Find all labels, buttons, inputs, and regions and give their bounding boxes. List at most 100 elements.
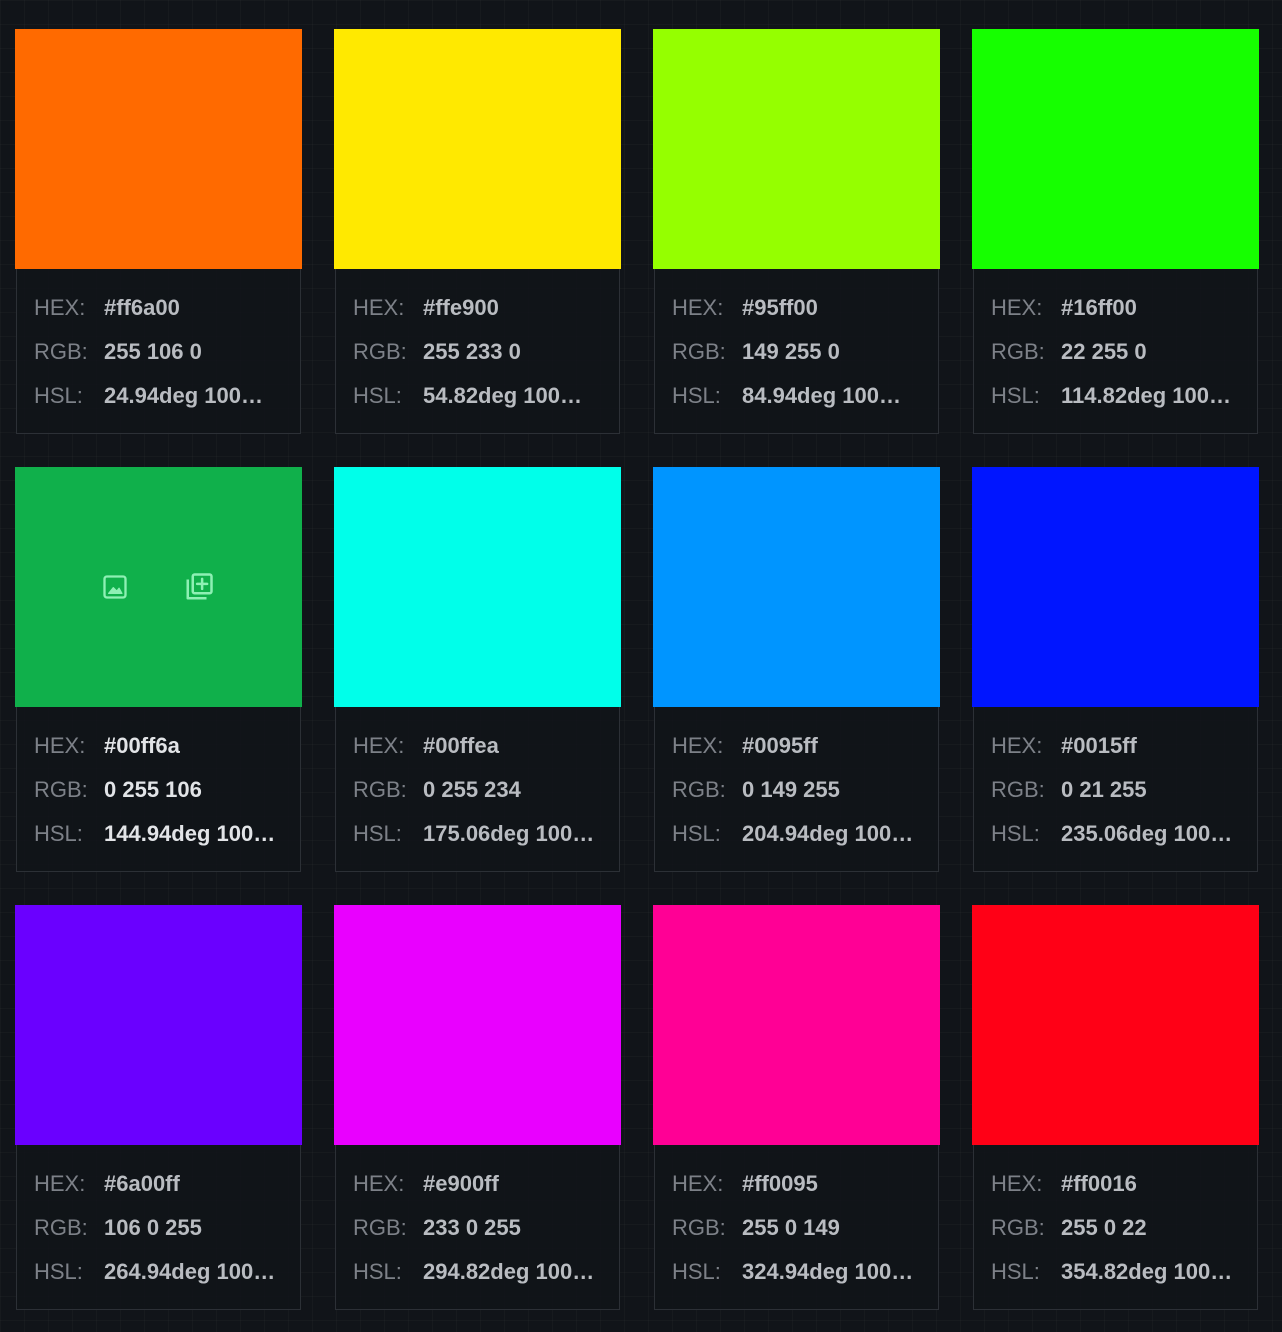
hex-value[interactable]: #6a00ff bbox=[104, 1162, 180, 1206]
hex-value[interactable]: #95ff00 bbox=[742, 286, 818, 330]
color-card-hovered: HEX: #00ff6a RGB: 0 255 106 HSL: 144.94deg … bbox=[15, 467, 302, 872]
color-card: HEX: #0095ff RGB: 0 149 255 HSL: 204.94deg … bbox=[653, 467, 940, 872]
hex-row: HEX: #ff6a00 bbox=[17, 286, 300, 330]
hsl-value[interactable]: 84.94deg 100… bbox=[742, 374, 901, 418]
color-info-panel: HEX: #00ff6a RGB: 0 255 106 HSL: 144.94deg … bbox=[16, 707, 301, 872]
hsl-value[interactable]: 24.94deg 100… bbox=[104, 374, 263, 418]
hsl-value[interactable]: 144.94deg 100… bbox=[104, 812, 275, 856]
hsl-label: HSL: bbox=[991, 383, 1040, 408]
color-swatch[interactable] bbox=[653, 905, 940, 1145]
rgb-label: RGB: bbox=[672, 339, 726, 364]
color-swatch[interactable] bbox=[15, 905, 302, 1145]
color-swatch[interactable] bbox=[15, 29, 302, 269]
color-info-panel: HEX: #ff0016 RGB: 255 0 22 HSL: 354.82deg 1… bbox=[973, 1145, 1258, 1310]
color-info-panel: HEX: #95ff00 RGB: 149 255 0 HSL: 84.94deg 1… bbox=[654, 269, 939, 434]
rgb-label: RGB: bbox=[672, 777, 726, 802]
rgb-label: RGB: bbox=[353, 1215, 407, 1240]
hex-row: HEX: #00ff6a bbox=[17, 724, 300, 768]
rgb-value[interactable]: 0 149 255 bbox=[742, 768, 840, 812]
hex-label: HEX: bbox=[672, 1171, 724, 1196]
hsl-value[interactable]: 114.82deg 100… bbox=[1061, 374, 1231, 418]
color-card: HEX: #00ffea RGB: 0 255 234 HSL: 175.06deg … bbox=[334, 467, 621, 872]
rgb-value[interactable]: 233 0 255 bbox=[423, 1206, 521, 1250]
hsl-label: HSL: bbox=[672, 383, 721, 408]
hex-row: HEX: #0095ff bbox=[655, 724, 938, 768]
color-card: HEX: #ff0095 RGB: 255 0 149 HSL: 324.94deg … bbox=[653, 905, 940, 1310]
hsl-value[interactable]: 354.82deg 100… bbox=[1061, 1250, 1232, 1294]
hex-value[interactable]: #16ff00 bbox=[1061, 286, 1137, 330]
rgb-value[interactable]: 255 233 0 bbox=[423, 330, 521, 374]
hsl-value[interactable]: 54.82deg 100… bbox=[423, 374, 582, 418]
rgb-label: RGB: bbox=[34, 339, 88, 364]
color-info-panel: HEX: #0015ff RGB: 0 21 255 HSL: 235.06deg 1… bbox=[973, 707, 1258, 872]
rgb-value[interactable]: 0 255 234 bbox=[423, 768, 521, 812]
color-info-panel: HEX: #ffe900 RGB: 255 233 0 HSL: 54.82deg 1… bbox=[335, 269, 620, 434]
hsl-value[interactable]: 175.06deg 100… bbox=[423, 812, 594, 856]
rgb-value[interactable]: 106 0 255 bbox=[104, 1206, 202, 1250]
hex-label: HEX: bbox=[991, 295, 1043, 320]
hex-row: HEX: #00ffea bbox=[336, 724, 619, 768]
color-swatch[interactable] bbox=[334, 905, 621, 1145]
hex-value[interactable]: #e900ff bbox=[423, 1162, 499, 1206]
rgb-row: RGB: 0 255 234 bbox=[336, 768, 619, 812]
hsl-value[interactable]: 294.82deg 100… bbox=[423, 1250, 594, 1294]
hex-value[interactable]: #00ff6a bbox=[104, 724, 180, 768]
color-info-panel: HEX: #00ffea RGB: 0 255 234 HSL: 175.06deg … bbox=[335, 707, 620, 872]
color-swatch[interactable] bbox=[15, 467, 302, 707]
color-swatch[interactable] bbox=[972, 29, 1259, 269]
hex-label: HEX: bbox=[353, 1171, 405, 1196]
hex-label: HEX: bbox=[353, 295, 405, 320]
swatch-actions bbox=[15, 467, 302, 707]
rgb-value[interactable]: 255 0 22 bbox=[1061, 1206, 1147, 1250]
hex-row: HEX: #95ff00 bbox=[655, 286, 938, 330]
rgb-row: RGB: 255 233 0 bbox=[336, 330, 619, 374]
rgb-row: RGB: 233 0 255 bbox=[336, 1206, 619, 1250]
rgb-label: RGB: bbox=[353, 777, 407, 802]
hsl-value[interactable]: 235.06deg 100… bbox=[1061, 812, 1232, 856]
rgb-value[interactable]: 255 106 0 bbox=[104, 330, 202, 374]
hex-value[interactable]: #0095ff bbox=[742, 724, 818, 768]
rgb-value[interactable]: 0 255 106 bbox=[104, 768, 202, 812]
hsl-row: HSL: 204.94deg 100… bbox=[655, 812, 938, 856]
color-swatch[interactable] bbox=[334, 29, 621, 269]
hex-value[interactable]: #ffe900 bbox=[423, 286, 499, 330]
color-swatch[interactable] bbox=[653, 467, 940, 707]
hex-row: HEX: #e900ff bbox=[336, 1162, 619, 1206]
hex-row: HEX: #16ff00 bbox=[974, 286, 1257, 330]
hsl-row: HSL: 114.82deg 100… bbox=[974, 374, 1257, 418]
rgb-row: RGB: 106 0 255 bbox=[17, 1206, 300, 1250]
color-swatch[interactable] bbox=[972, 467, 1259, 707]
hsl-row: HSL: 324.94deg 100… bbox=[655, 1250, 938, 1294]
color-swatch[interactable] bbox=[972, 905, 1259, 1145]
hex-row: HEX: #ff0016 bbox=[974, 1162, 1257, 1206]
hsl-value[interactable]: 264.94deg 100… bbox=[104, 1250, 275, 1294]
rgb-value[interactable]: 22 255 0 bbox=[1061, 330, 1147, 374]
hsl-row: HSL: 235.06deg 100… bbox=[974, 812, 1257, 856]
rgb-value[interactable]: 0 21 255 bbox=[1061, 768, 1147, 812]
rgb-row: RGB: 255 106 0 bbox=[17, 330, 300, 374]
color-swatch[interactable] bbox=[334, 467, 621, 707]
hex-value[interactable]: #0015ff bbox=[1061, 724, 1137, 768]
hex-value[interactable]: #00ffea bbox=[423, 724, 499, 768]
color-info-panel: HEX: #0095ff RGB: 0 149 255 HSL: 204.94deg … bbox=[654, 707, 939, 872]
hex-value[interactable]: #ff0095 bbox=[742, 1162, 818, 1206]
hsl-value[interactable]: 324.94deg 100… bbox=[742, 1250, 913, 1294]
color-info-panel: HEX: #ff0095 RGB: 255 0 149 HSL: 324.94deg … bbox=[654, 1145, 939, 1310]
rgb-value[interactable]: 255 0 149 bbox=[742, 1206, 840, 1250]
hex-value[interactable]: #ff6a00 bbox=[104, 286, 180, 330]
hex-value[interactable]: #ff0016 bbox=[1061, 1162, 1137, 1206]
rgb-label: RGB: bbox=[353, 339, 407, 364]
hsl-label: HSL: bbox=[353, 1259, 402, 1284]
hex-label: HEX: bbox=[672, 295, 724, 320]
color-swatch[interactable] bbox=[653, 29, 940, 269]
hsl-label: HSL: bbox=[34, 1259, 83, 1284]
image-icon[interactable] bbox=[100, 572, 130, 602]
hsl-value[interactable]: 204.94deg 100… bbox=[742, 812, 913, 856]
color-info-panel: HEX: #e900ff RGB: 233 0 255 HSL: 294.82deg … bbox=[335, 1145, 620, 1310]
rgb-value[interactable]: 149 255 0 bbox=[742, 330, 840, 374]
add-to-collection-icon[interactable] bbox=[184, 572, 214, 602]
color-info-panel: HEX: #16ff00 RGB: 22 255 0 HSL: 114.82deg 1… bbox=[973, 269, 1258, 434]
color-card: HEX: #ff0016 RGB: 255 0 22 HSL: 354.82deg 1… bbox=[972, 905, 1259, 1310]
hsl-label: HSL: bbox=[34, 383, 83, 408]
rgb-label: RGB: bbox=[991, 1215, 1045, 1240]
